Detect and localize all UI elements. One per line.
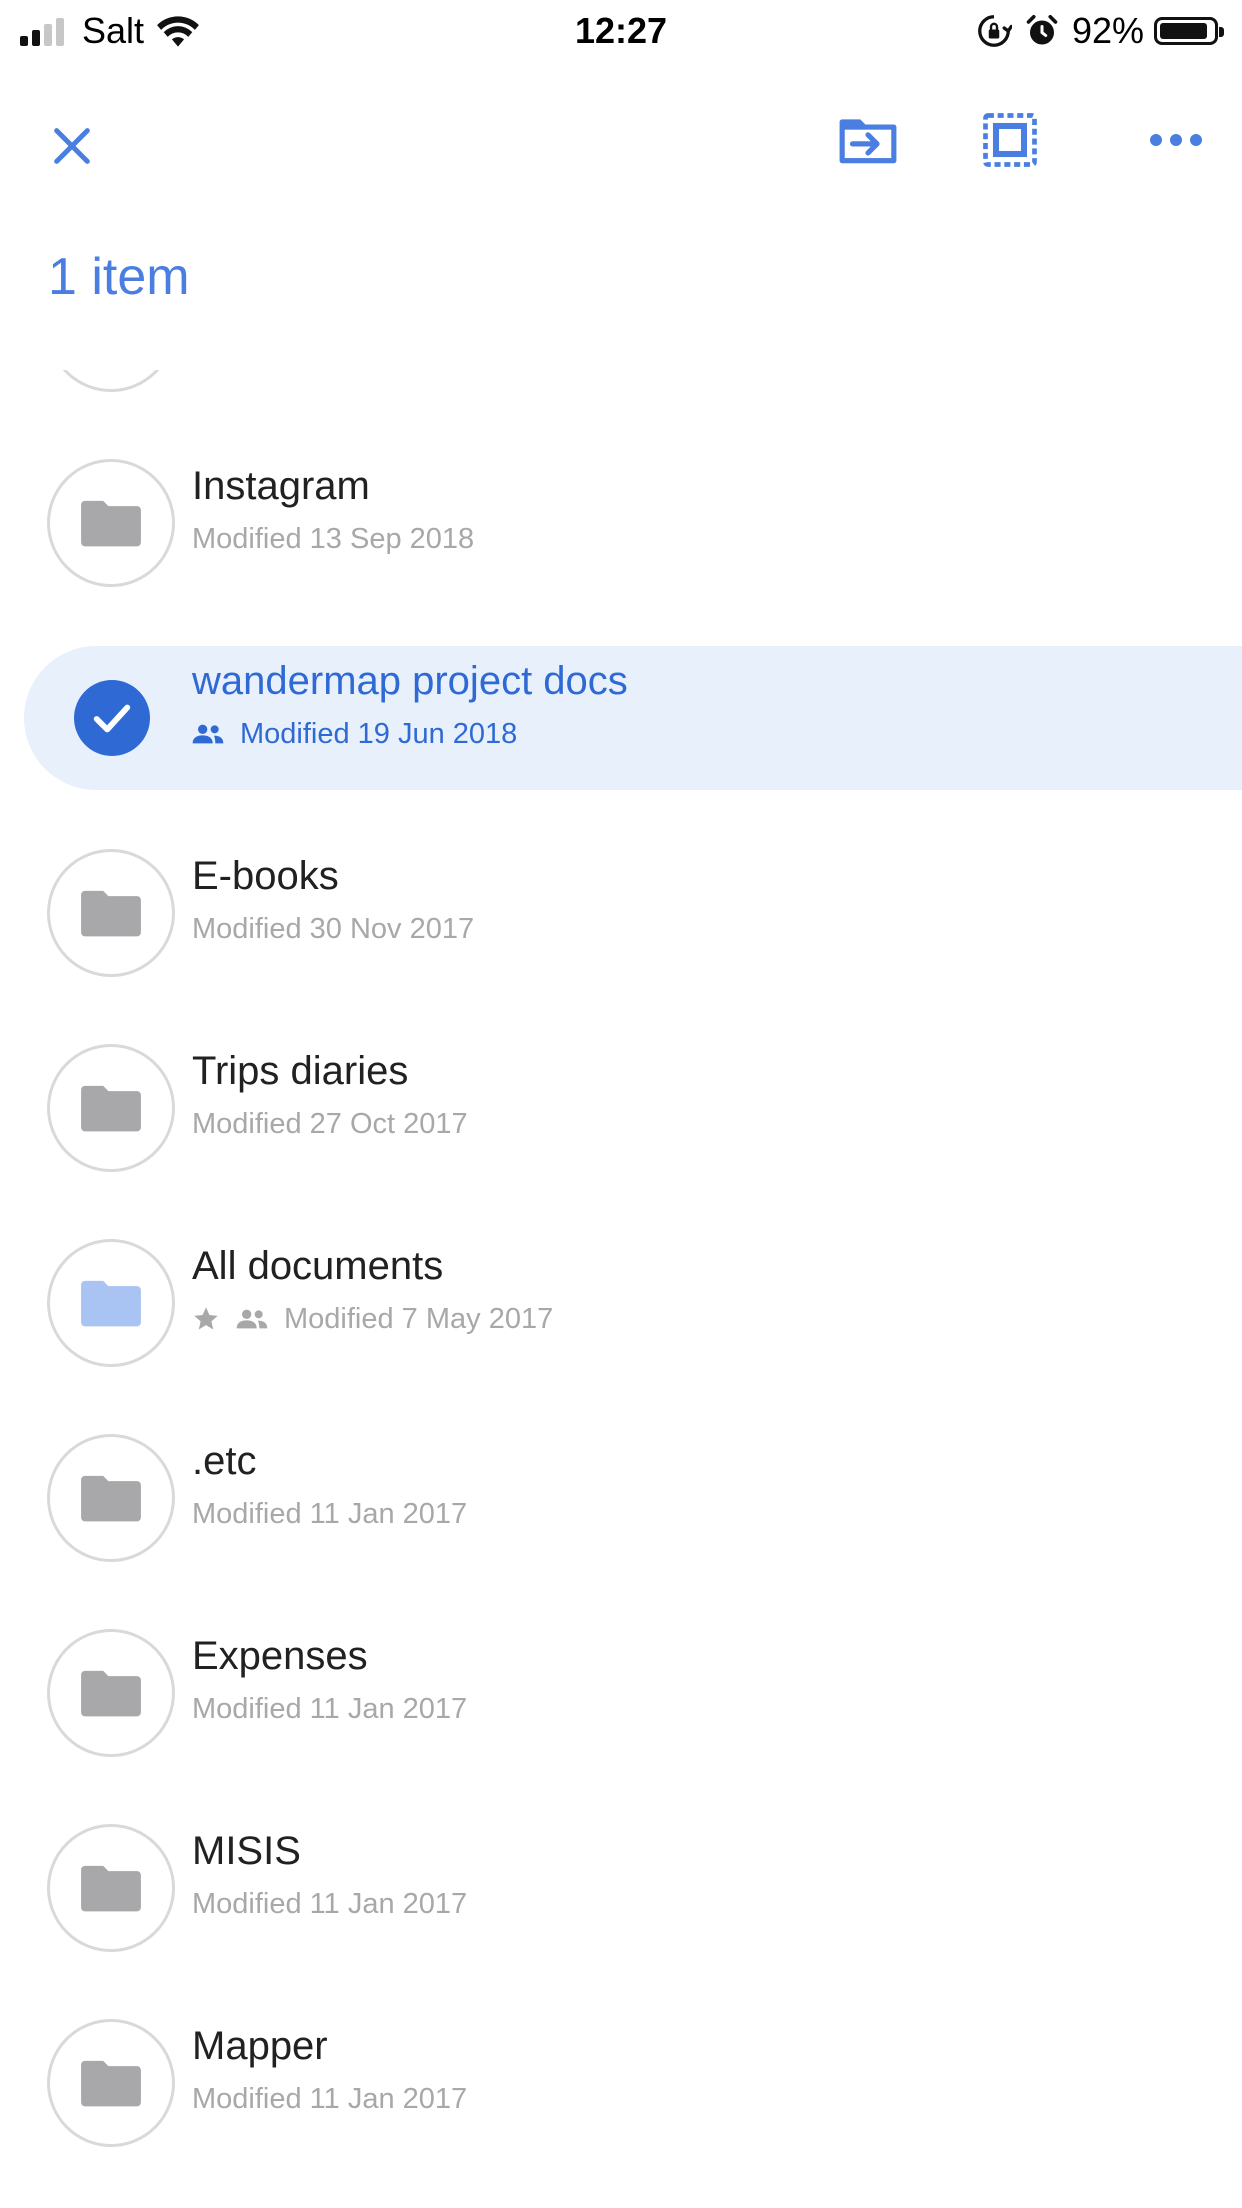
- file-meta: Modified 19 Jun 2018: [192, 714, 517, 754]
- modified-date: Modified 27 Oct 2017: [192, 1108, 468, 1140]
- file-meta: Modified 11 Jan 2017: [192, 1689, 467, 1729]
- file-name: MISIS: [192, 1829, 301, 1873]
- folder-icon: [81, 890, 141, 937]
- file-name: .etc: [192, 1439, 257, 1483]
- file-meta: Modified 27 Oct 2017: [192, 1104, 468, 1144]
- modified-date: Modified 17 Jan 2019: [240, 328, 518, 360]
- shared-icon: [192, 333, 224, 355]
- close-icon: [54, 128, 90, 164]
- modified-date: Modified 7 May 2017: [284, 1303, 554, 1335]
- file-meta: Modified 30 Nov 2017: [192, 909, 474, 949]
- folder-avatar[interactable]: [47, 1434, 175, 1562]
- status-bar: Salt 12:27 92%: [0, 0, 1242, 62]
- folder-icon: [81, 2060, 141, 2107]
- modified-date: Modified 11 Jan 2017: [192, 2083, 468, 2115]
- folder-icon: [81, 1085, 141, 1132]
- folder-icon: [81, 1280, 141, 1327]
- battery-icon: [1154, 17, 1224, 45]
- file-name: All documents: [192, 1244, 444, 1288]
- select-all-button[interactable]: [966, 96, 1054, 184]
- file-row[interactable]: All documents Modified 7 May 2017: [0, 1215, 1242, 1367]
- folder-avatar[interactable]: [47, 1824, 175, 1952]
- folder-icon: [81, 1670, 141, 1717]
- file-row[interactable]: wandermap project docs Modified 19 Jun 20…: [0, 630, 1242, 790]
- folder-avatar[interactable]: [47, 459, 175, 587]
- folder-avatar[interactable]: [47, 849, 175, 977]
- star-icon: [194, 1307, 218, 1330]
- close-button[interactable]: [28, 102, 116, 190]
- file-meta: Modified 11 Jan 2017: [192, 1494, 467, 1534]
- file-list: Job seeking Modified 17 Jan 2019 Instagram…: [0, 269, 1242, 2208]
- file-meta: Modified 13 Sep 2018: [192, 519, 474, 559]
- file-name: Instagram: [192, 464, 370, 508]
- folder-avatar[interactable]: [47, 1629, 175, 1757]
- file-row[interactable]: MISIS Modified 11 Jan 2017: [0, 1800, 1242, 1952]
- folder-avatar[interactable]: [47, 1239, 175, 1367]
- file-name: Trips diaries: [192, 1049, 409, 1093]
- file-meta: Modified 7 May 2017: [192, 1299, 553, 1339]
- shared-icon: [192, 724, 224, 744]
- file-row[interactable]: Trips diaries Modified 27 Oct 2017: [0, 1020, 1242, 1172]
- folder-icon: [81, 1475, 141, 1522]
- file-row[interactable]: Expenses Modified 11 Jan 2017: [0, 1605, 1242, 1757]
- folder-icon: [81, 1865, 141, 1912]
- more-horizontal-icon: [1150, 134, 1202, 146]
- status-right: 92%: [976, 8, 1224, 54]
- select-all-icon: [983, 113, 1037, 167]
- modified-date: Modified 30 Nov 2017: [192, 913, 475, 945]
- selected-check[interactable]: [74, 680, 150, 756]
- file-name: Mapper: [192, 2024, 328, 2068]
- folder-avatar[interactable]: [47, 1044, 175, 1172]
- file-row[interactable]: Mapper Modified 11 Jan 2017: [0, 1995, 1242, 2147]
- modified-date: Modified 13 Sep 2018: [192, 523, 475, 555]
- folder-avatar[interactable]: [47, 2019, 175, 2147]
- file-name: wandermap project docs: [192, 659, 628, 703]
- file-name: Job seeking: [192, 269, 406, 313]
- file-meta: Modified 17 Jan 2019: [192, 324, 517, 364]
- file-name: Expenses: [192, 1634, 368, 1678]
- more-button[interactable]: [1132, 96, 1220, 184]
- alarm-icon: [1026, 14, 1058, 45]
- modified-date: Modified 11 Jan 2017: [192, 1693, 468, 1725]
- selection-toolbar: [0, 62, 1242, 222]
- file-meta: Modified 11 Jan 2017: [192, 1884, 467, 1924]
- shared-icon: [236, 1309, 268, 1329]
- move-button[interactable]: [824, 96, 912, 184]
- file-meta: Modified 11 Jan 2017: [192, 2079, 467, 2119]
- check-icon: [93, 704, 131, 733]
- file-row[interactable]: Instagram Modified 13 Sep 2018: [0, 435, 1242, 587]
- modified-date: Modified 11 Jan 2017: [192, 1888, 468, 1920]
- battery-percent: 92%: [1071, 10, 1144, 51]
- file-row[interactable]: E-books Modified 30 Nov 2017: [0, 825, 1242, 977]
- orientation-lock-icon: [978, 15, 1012, 47]
- modified-date: Modified 19 Jun 2018: [240, 718, 518, 750]
- folder-icon: [81, 500, 141, 547]
- file-row[interactable]: .etc Modified 11 Jan 2017: [0, 1410, 1242, 1562]
- selection-count-title: 1 item: [48, 248, 190, 306]
- file-name: E-books: [192, 854, 339, 898]
- modified-date: Modified 11 Jan 2017: [192, 1498, 468, 1530]
- move-to-folder-icon: [839, 119, 897, 164]
